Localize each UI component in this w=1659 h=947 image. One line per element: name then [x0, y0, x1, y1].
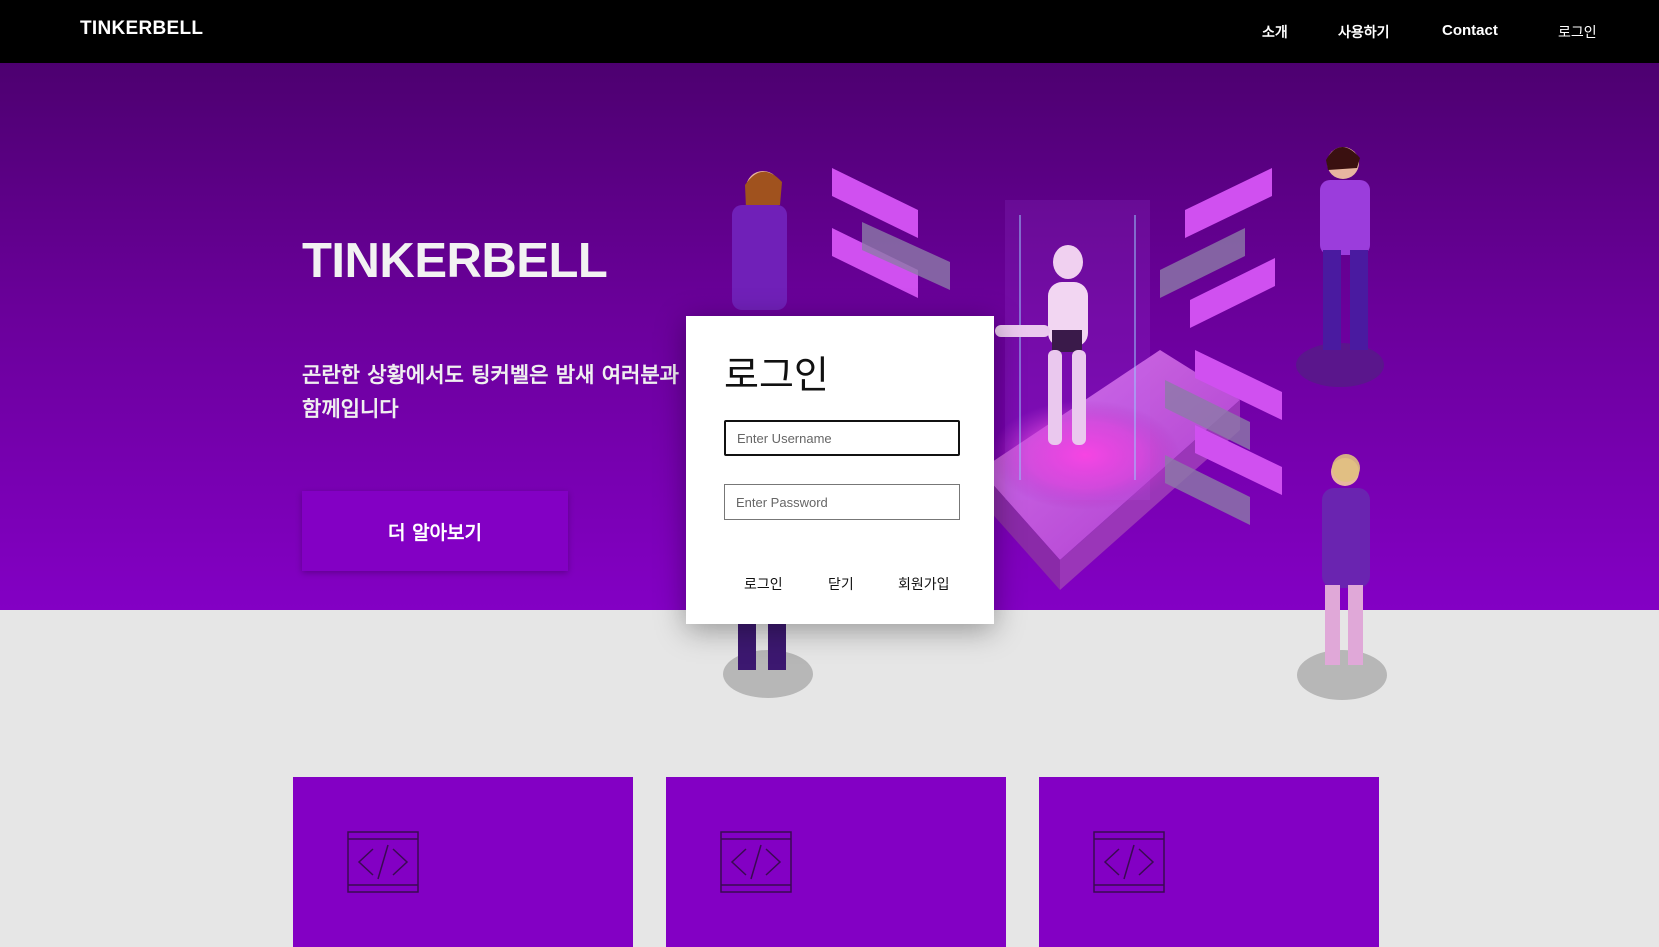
modal-title: 로그인	[724, 353, 829, 397]
feature-card[interactable]	[293, 777, 633, 947]
close-button[interactable]: 닫기	[828, 574, 854, 594]
feature-card[interactable]	[666, 777, 1006, 947]
nav-link-login[interactable]: 로그인	[1558, 22, 1597, 42]
code-icon	[347, 831, 419, 893]
code-icon	[720, 831, 792, 893]
signup-button[interactable]: 회원가입	[898, 574, 950, 594]
top-navbar: TINKERBELL 소개 사용하기 Contact 로그인	[0, 0, 1659, 63]
nav-link-use[interactable]: 사용하기	[1338, 22, 1390, 42]
learn-more-button[interactable]: 더 알아보기	[302, 491, 568, 571]
hero-subtitle: 곤란한 상황에서도 팅커벨은 밤새 여러분과 함께입니다	[302, 363, 680, 421]
username-input[interactable]	[724, 420, 960, 456]
password-input[interactable]	[724, 484, 960, 520]
nav-link-contact[interactable]: Contact	[1442, 22, 1498, 39]
hero-title: TINKERBELL	[302, 234, 608, 288]
brand-logo[interactable]: TINKERBELL	[80, 18, 203, 40]
nav-link-about[interactable]: 소개	[1262, 22, 1288, 42]
login-submit-button[interactable]: 로그인	[744, 574, 783, 594]
code-icon	[1093, 831, 1165, 893]
login-modal: 로그인 로그인 닫기 회원가입	[686, 316, 994, 624]
feature-card[interactable]	[1039, 777, 1379, 947]
